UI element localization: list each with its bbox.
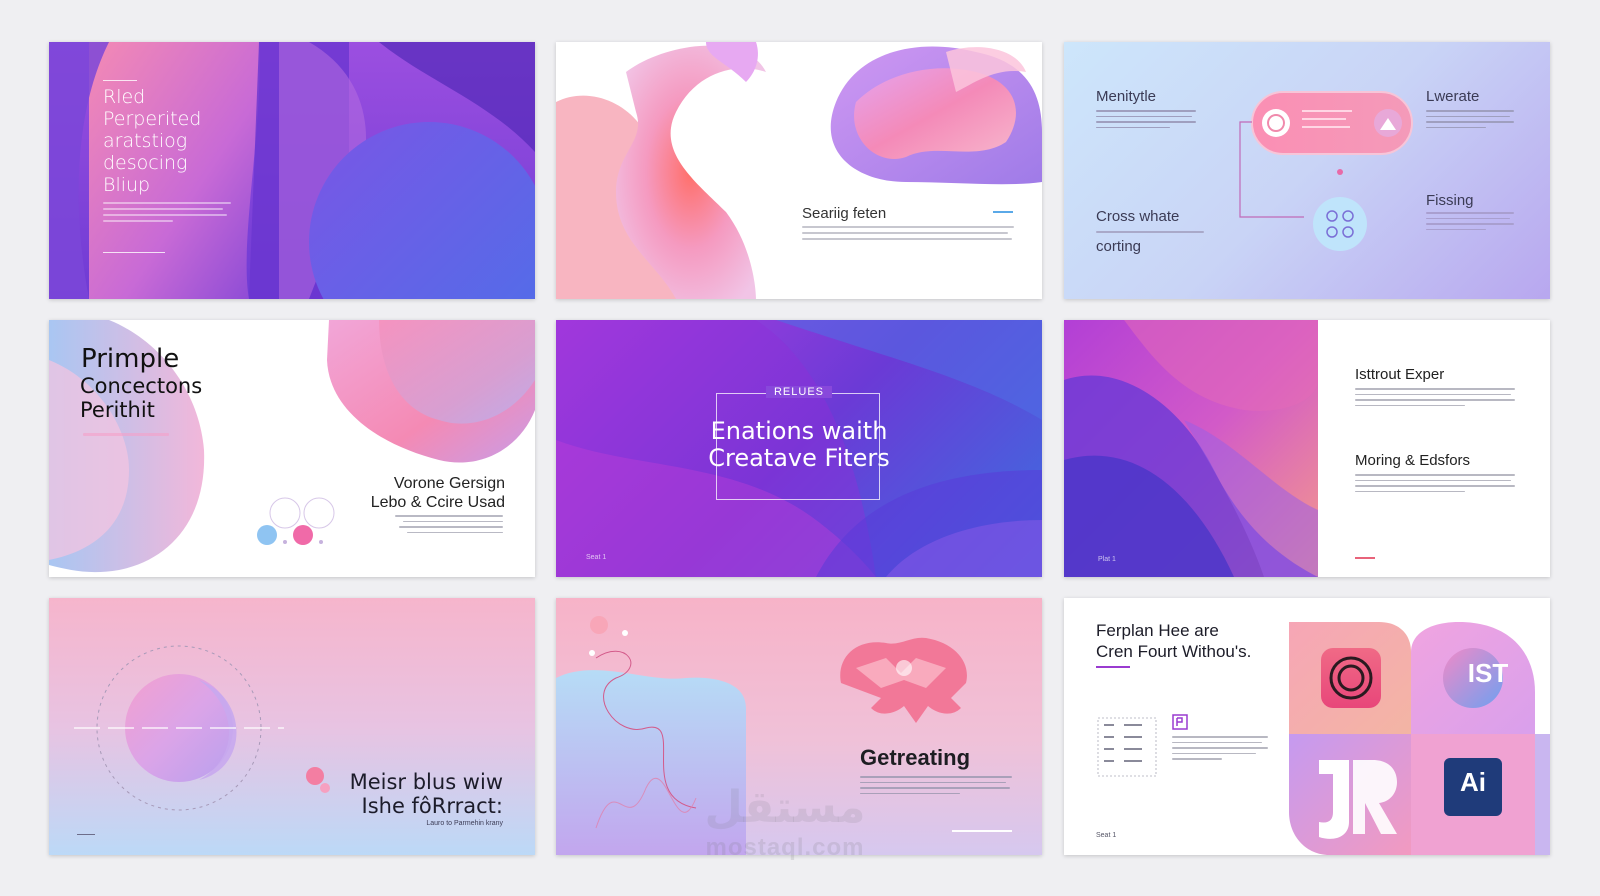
title-line: Concectons [80,374,203,398]
title-line: Rled [103,86,146,108]
slide-2-heading: Seariig feten [802,205,887,222]
right-heading-line: Lebo & Ccire Usad [370,494,505,511]
label-bottom-right: Fissing [1426,192,1474,209]
slide-5-title: Enations waith Creatave Fiters [556,418,1042,472]
title-accent-line [103,80,137,81]
slide-9-thumbnail[interactable]: IST Ai Ferplan Hee are Cren Fourt Withou… [1064,598,1550,855]
slide-4-placeholder-text [395,515,505,537]
title-line: Enations waith [710,417,888,445]
text-block-top-left [1096,110,1200,132]
slide-6-thumbnail[interactable]: Isttrout Exper Moring & Edsfors Plat 1 [1064,320,1550,577]
watermark-latin: mostaql.com [705,834,865,861]
text-block-top-right [1426,110,1518,132]
slide-6-footer: Plat 1 [1098,556,1116,563]
slide-6-side-art [1064,320,1318,577]
slide-3-thumbnail[interactable]: Menitytle Lwerate Cross whate corting Fi… [1064,42,1550,299]
title-line: Meisr blus wiw [349,770,503,794]
tag-text: RELUES [765,386,833,398]
title-underline [1096,666,1130,668]
slide-2-placeholder-text [802,226,1016,244]
title-line: aratstiog [103,130,188,152]
label-bottom-left: Cross whate [1096,208,1180,225]
title-line: Bliup [103,174,151,196]
slide-9-app-icons-grid [1289,622,1550,855]
slide-4-title-2: Concectons Perithit [80,374,202,422]
title-line: Creatave Fiters [708,444,890,472]
accent-dash [993,211,1013,213]
slide-6-heading-2: Moring & Edsfors [1355,452,1471,469]
slide-2-thumbnail[interactable]: Seariig feten [556,42,1042,299]
divider [103,252,165,253]
label-top-right: Lwerate [1426,88,1480,105]
accent-line [952,830,1012,832]
slide-4-title-1: Primple [81,344,180,374]
ist-badge-text: IST [1467,658,1509,688]
slide-9-title: Ferplan Hee are Cren Fourt Withou's. [1096,620,1251,662]
slide-8-heading: Getreating [860,745,971,770]
title-line: Ishe fôRrract: [361,794,504,818]
slide-8-placeholder-text [860,776,1014,798]
slide-3-flow-diagram [1239,91,1413,251]
faded-subtitle [83,433,173,440]
slide-1-thumbnail[interactable]: Rled Perperited aratstiog desocing Bliup [49,42,535,299]
slide-9-placeholder-text [1172,736,1272,764]
title-line: Ferplan Hee are [1096,621,1219,640]
slide-4-right-heading: Vorone Gersign Lebo & Ccire Usad [371,474,505,512]
slide-7-title: Meisr blus wiw Ishe fôRrract: [350,770,503,818]
slide-7-thumbnail[interactable]: Meisr blus wiw Ishe fôRrract: Lauro to P… [49,598,535,855]
slide-1-placeholder-text [103,202,233,226]
label-bottom-left-2: corting [1096,238,1142,255]
label-top-left: Menitytle [1096,88,1157,105]
slide-7-subtitle: Lauro to Parmehin krany [426,820,503,827]
title-line: Cren Fourt Withou's. [1096,642,1252,661]
title-line: Perithit [80,398,155,422]
slide-4-thumbnail[interactable]: Primple Concectons Perithit Vorone Gersi… [49,320,535,577]
slide-6-heading-1: Isttrout Exper [1355,366,1445,383]
slide-5-footer: Seat 1 [586,554,607,561]
title-line: desocing [103,152,188,174]
watermark-arabic: مستقل [704,783,866,832]
ai-badge-text: Ai [1460,767,1486,797]
text-block-1 [1355,388,1517,410]
right-heading-line: Vorone Gersign [393,475,505,492]
footer-dash [77,834,95,835]
text-block-2 [1355,474,1517,496]
slide-1-title: Rled Perperited aratstiog desocing Bliup [103,86,201,196]
accent-dash [1355,557,1375,559]
slide-5-thumbnail[interactable]: RELUES Enations waith Creatave Fiters Se… [556,320,1042,577]
title-line: Perperited [103,108,202,130]
logo-mark-icon [1172,714,1188,730]
sketch-diagram-icon [1097,717,1157,777]
text-block-bottom-left [1096,231,1206,237]
slide-9-footer: Seat 1 [1096,832,1117,839]
slide-5-tag: RELUES [556,386,1042,398]
slide-2-fluid-shapes [556,42,1042,299]
text-block-bottom-right [1426,212,1518,234]
